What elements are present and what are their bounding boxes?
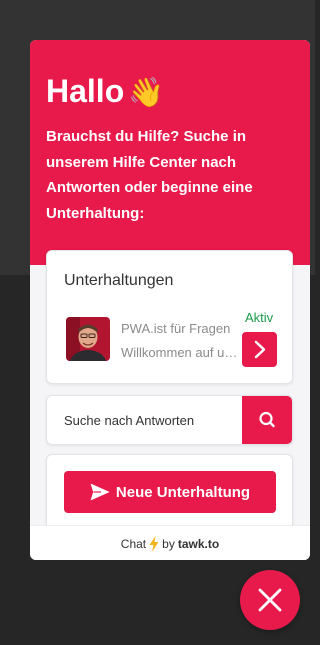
chat-widget: Hallo 👋 Brauchst du Hilfe? Suche in unser…: [30, 40, 310, 560]
close-icon: [258, 588, 282, 612]
greeting-title: Hallo 👋: [46, 72, 164, 112]
chevron-right-icon: [254, 340, 266, 359]
widget-footer: Chat by tawk.to: [30, 525, 310, 560]
new-conversation-button[interactable]: Neue Unterhaltung: [64, 471, 276, 513]
footer-by-label: by: [162, 536, 175, 551]
open-conversation-button[interactable]: [242, 332, 277, 367]
conversations-card: Unterhaltungen PWA.ist für Fragen Willko…: [46, 250, 293, 384]
status-badge: Aktiv: [245, 310, 274, 325]
footer-chat-label: Chat: [120, 536, 147, 551]
search-button[interactable]: [242, 396, 292, 444]
greeting-text: Hallo: [46, 73, 125, 109]
widget-header: Hallo 👋 Brauchst du Hilfe? Suche in unser…: [30, 40, 310, 265]
tawk-brand-link[interactable]: tawk.to: [178, 537, 219, 551]
waving-hand-icon: 👋: [128, 77, 165, 109]
search-input[interactable]: [47, 396, 241, 444]
lightning-icon: [149, 535, 159, 552]
agent-avatar: [66, 317, 110, 361]
search-icon: [259, 411, 275, 428]
search-card: [46, 395, 293, 445]
conversations-title: Unterhaltungen: [64, 272, 174, 289]
new-conversation-label: Neue Unterhaltung: [115, 483, 251, 501]
greeting-subtitle: Brauchst du Hilfe? Suche in unserem Hilf…: [46, 128, 253, 222]
conversation-preview: Willkommen auf unserer Seite: [121, 345, 241, 360]
close-chat-button[interactable]: [240, 570, 300, 630]
send-icon: [90, 483, 110, 501]
conversation-name: PWA.ist für Fragen: [121, 321, 231, 336]
